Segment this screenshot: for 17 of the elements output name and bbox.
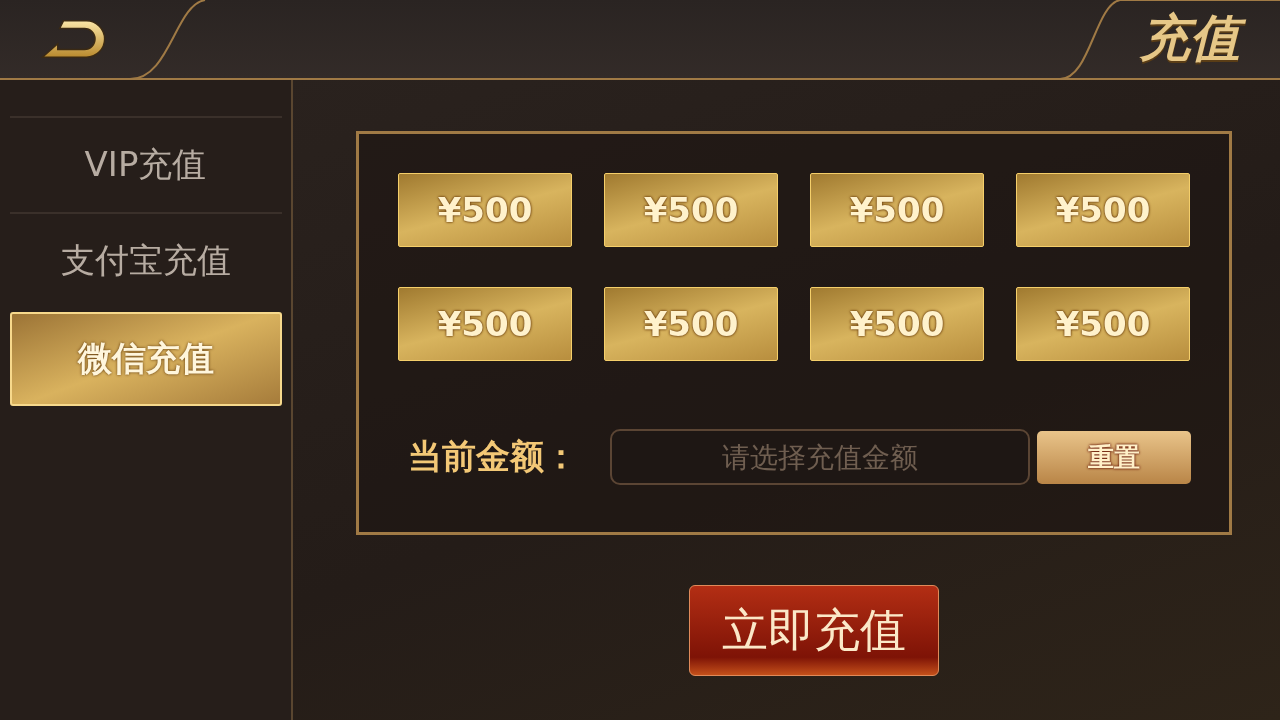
sidebar-tab[interactable]: 支付宝充值 <box>9 212 282 308</box>
reset-button[interactable]: 重置 <box>1037 430 1191 484</box>
amount-button[interactable]: ¥500 <box>810 173 984 247</box>
amount-button[interactable]: ¥500 <box>604 287 778 361</box>
sidebar-tab[interactable]: 微信充值 <box>9 312 282 406</box>
amount-button[interactable]: ¥500 <box>1016 173 1190 247</box>
amount-button[interactable]: ¥500 <box>398 173 572 247</box>
recharge-button[interactable]: 立即充值 <box>689 585 939 676</box>
page-title: 充值 <box>1136 4 1250 74</box>
amount-button[interactable]: ¥500 <box>604 173 778 247</box>
amount-button[interactable]: ¥500 <box>810 287 984 361</box>
back-icon[interactable] <box>40 17 108 61</box>
sidebar-tab[interactable]: VIP充值 <box>9 116 282 212</box>
amount-label: 当前金额： <box>407 435 579 478</box>
amount-field[interactable]: 请选择充值金额 <box>610 429 1030 485</box>
amount-button[interactable]: ¥500 <box>398 287 572 361</box>
amount-button[interactable]: ¥500 <box>1016 287 1190 361</box>
